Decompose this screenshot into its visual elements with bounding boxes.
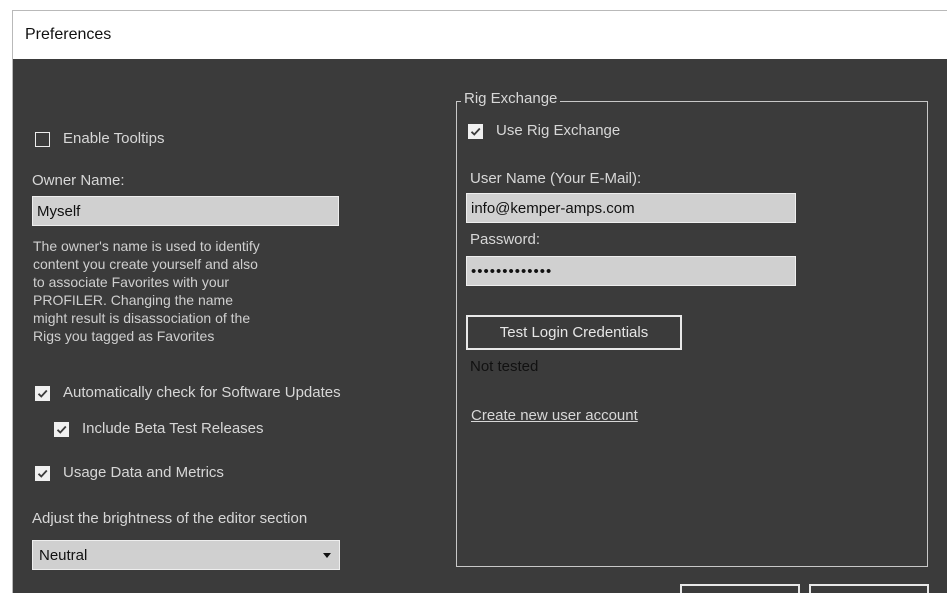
beta-releases-checkbox[interactable] bbox=[54, 422, 69, 437]
owner-name-label: Owner Name: bbox=[32, 172, 125, 189]
description-line: The owner's name is used to identify bbox=[33, 238, 260, 254]
brightness-selected-value: Neutral bbox=[39, 547, 88, 564]
password-input[interactable] bbox=[467, 257, 795, 285]
title-bar[interactable]: Preferences bbox=[13, 11, 947, 59]
auto-update-label: Automatically check for Software Updates bbox=[63, 384, 341, 401]
enable-tooltips-label: Enable Tooltips bbox=[63, 130, 165, 147]
beta-releases-label: Include Beta Test Releases bbox=[82, 420, 264, 437]
use-rig-exchange-checkbox[interactable] bbox=[468, 124, 483, 139]
password-label: Password: bbox=[470, 231, 541, 248]
create-account-link[interactable]: Create new user account bbox=[471, 407, 638, 424]
owner-name-input[interactable] bbox=[33, 197, 338, 225]
owner-name-field-wrap bbox=[32, 196, 339, 226]
window-title: Preferences bbox=[25, 26, 112, 43]
username-field-wrap bbox=[466, 193, 796, 223]
description-line: content you create yourself and also bbox=[33, 256, 258, 272]
brightness-select[interactable]: Neutral bbox=[32, 540, 340, 570]
password-field-wrap bbox=[466, 256, 796, 286]
check-icon bbox=[37, 469, 48, 478]
owner-name-description: The owner's name is used to identify con… bbox=[33, 237, 353, 345]
check-icon bbox=[56, 425, 67, 434]
description-line: to associate Favorites with your bbox=[33, 274, 230, 290]
chevron-down-icon bbox=[323, 553, 331, 558]
brightness-label: Adjust the brightness of the editor sect… bbox=[32, 510, 308, 527]
description-line: Rigs you tagged as Favorites bbox=[33, 328, 215, 344]
check-icon bbox=[470, 127, 481, 136]
rig-exchange-title: Rig Exchange bbox=[461, 90, 561, 107]
usage-data-label: Usage Data and Metrics bbox=[63, 464, 224, 481]
check-icon bbox=[37, 389, 48, 398]
description-line: PROFILER. Changing the name bbox=[33, 292, 233, 308]
use-rig-exchange-label: Use Rig Exchange bbox=[496, 122, 621, 139]
test-login-button[interactable]: Test Login Credentials bbox=[466, 315, 682, 350]
usage-data-checkbox[interactable] bbox=[35, 466, 50, 481]
preferences-content: Enable Tooltips Owner Name: The owner's … bbox=[13, 59, 947, 593]
description-line: might result is disassociation of the bbox=[33, 310, 251, 326]
enable-tooltips-checkbox[interactable] bbox=[35, 132, 50, 147]
login-status: Not tested bbox=[470, 358, 539, 375]
preferences-window: Preferences Enable Tooltips Owner Name: … bbox=[12, 10, 947, 593]
auto-update-checkbox[interactable] bbox=[35, 386, 50, 401]
username-label: User Name (Your E-Mail): bbox=[470, 170, 642, 187]
username-input[interactable] bbox=[467, 194, 795, 222]
